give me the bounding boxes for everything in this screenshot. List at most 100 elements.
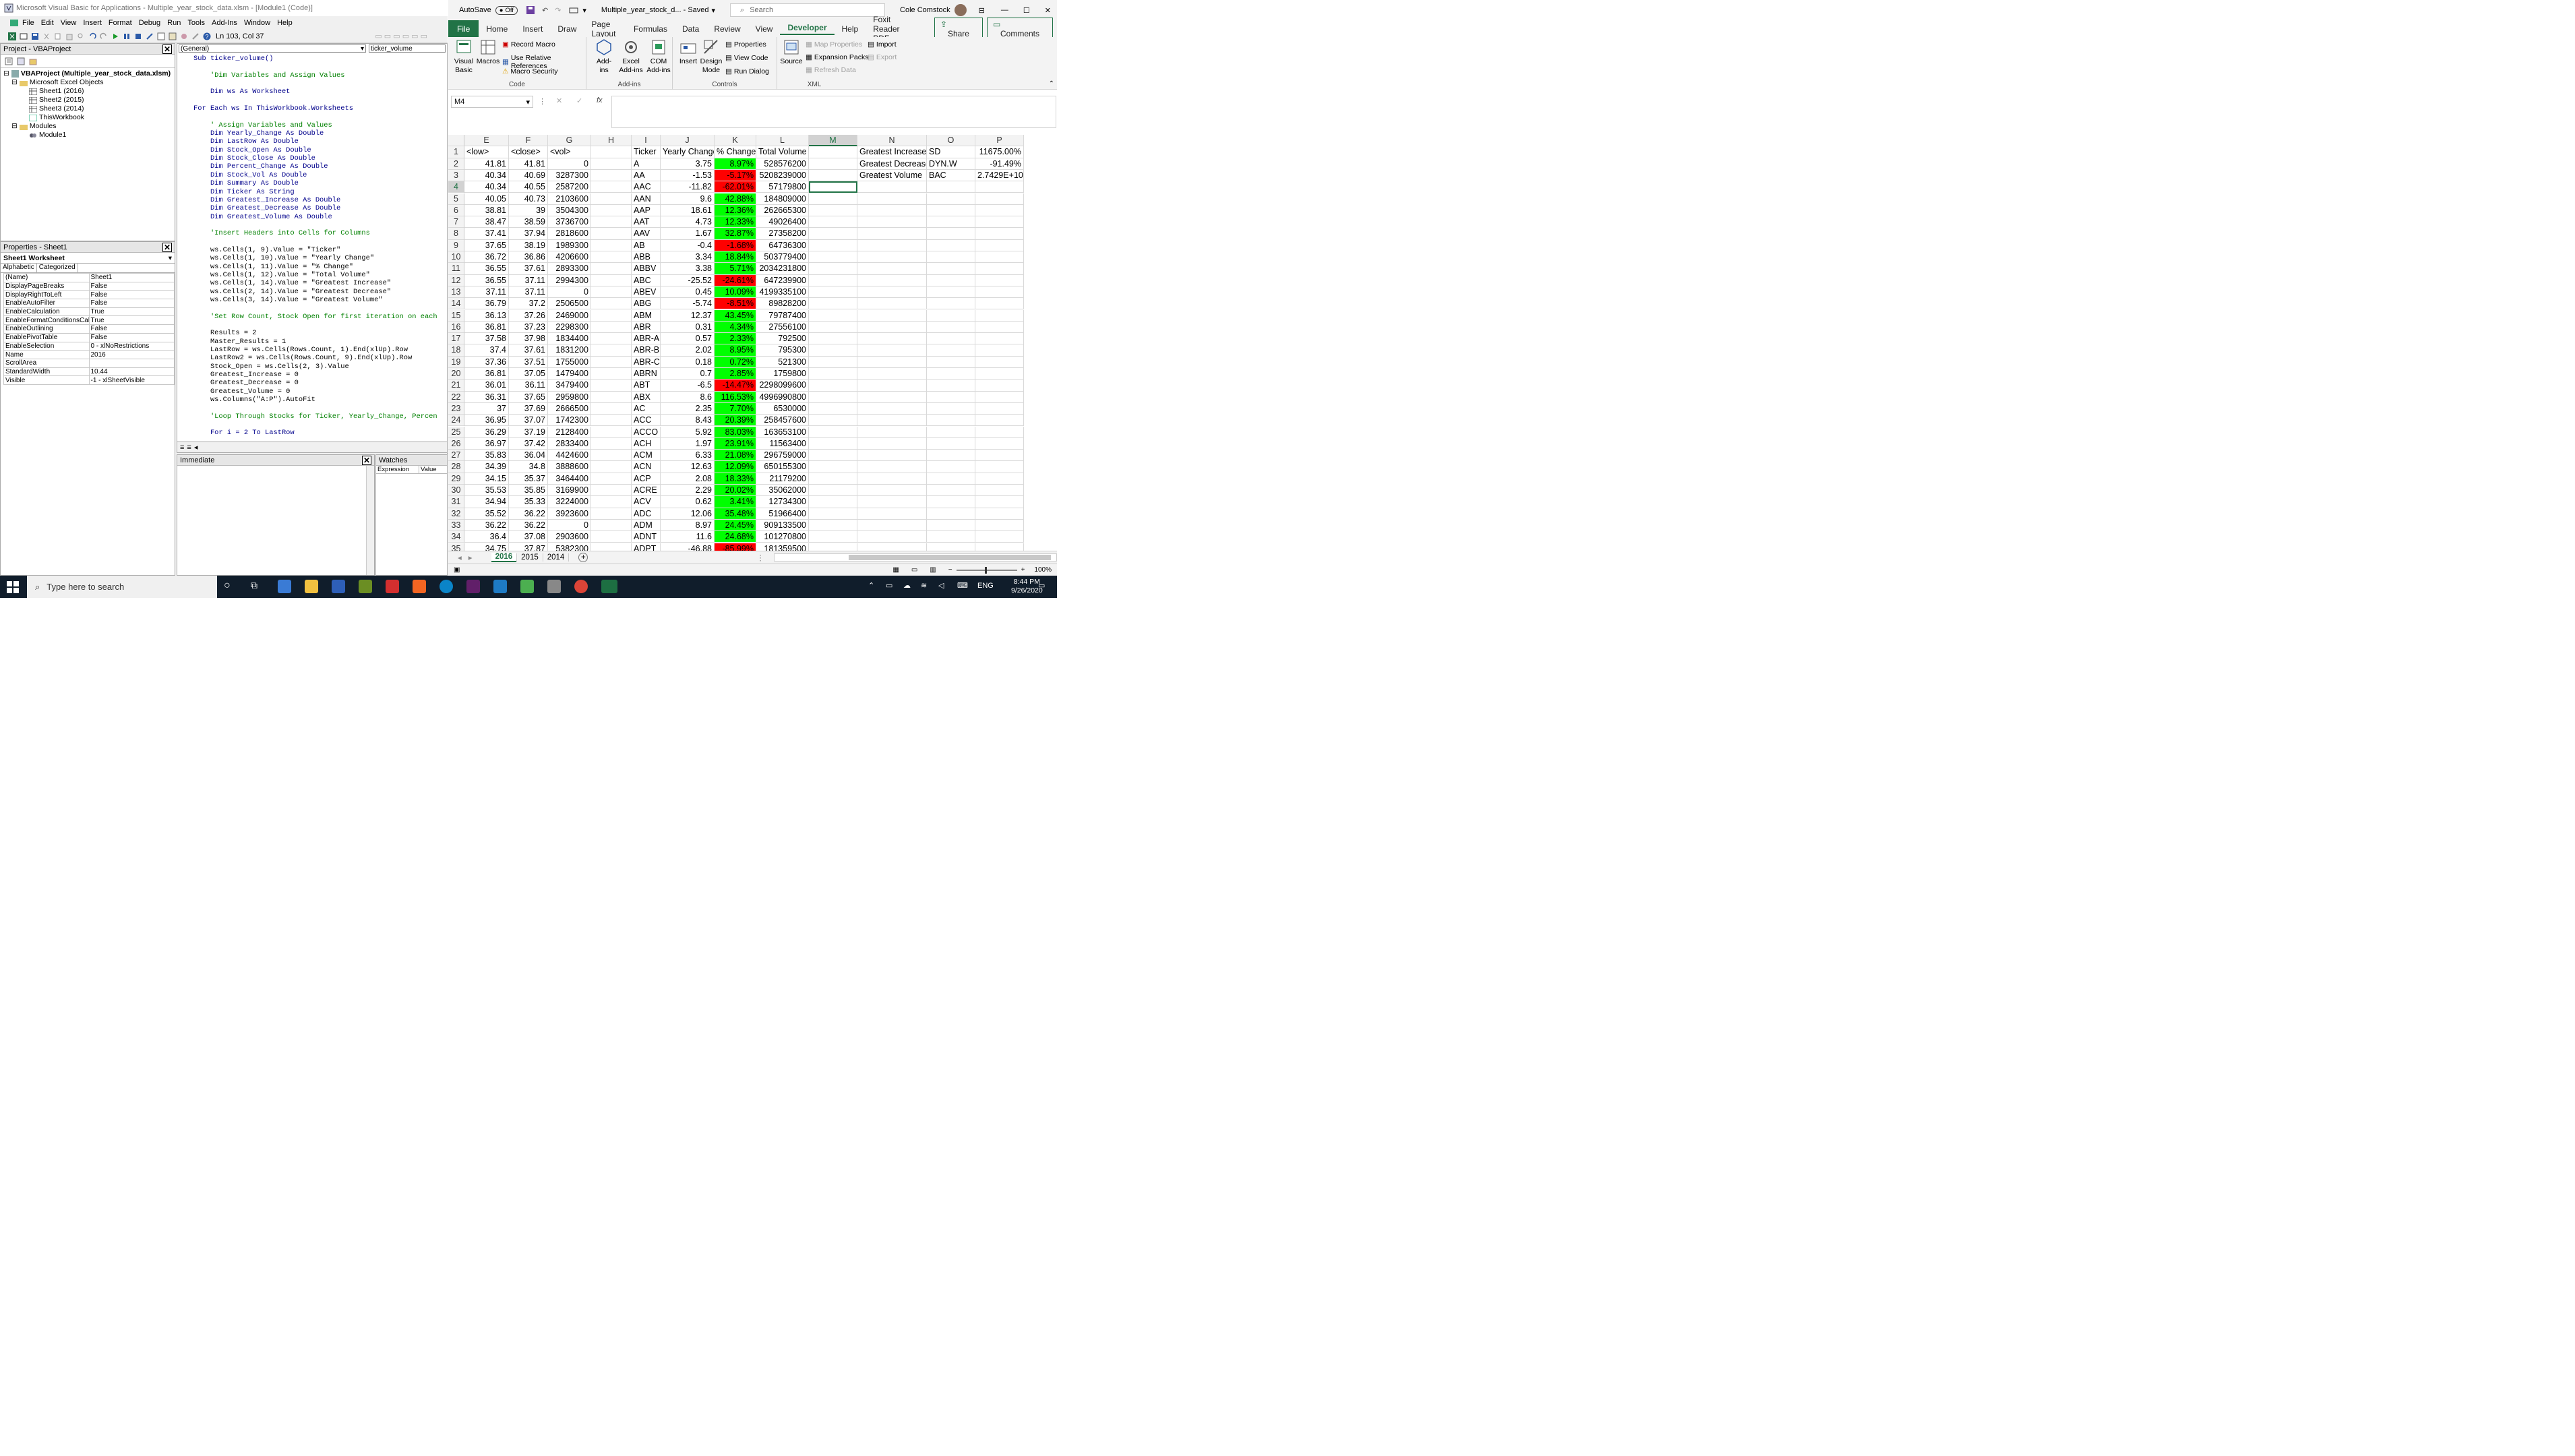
tree-module1[interactable]: Module1 xyxy=(3,131,172,140)
cell-empty[interactable] xyxy=(975,415,1024,427)
cell-close[interactable]: 36.22 xyxy=(509,519,548,532)
cell-ticker[interactable]: ABC xyxy=(632,274,661,286)
cell-empty[interactable] xyxy=(591,415,632,427)
cell-empty[interactable] xyxy=(809,321,857,334)
row-header[interactable]: 13 xyxy=(448,286,464,299)
cell-empty[interactable] xyxy=(857,228,927,240)
cell-empty[interactable] xyxy=(809,473,857,485)
excel-taskbar-icon[interactable] xyxy=(601,580,617,593)
cell-percent-change[interactable]: -1.68% xyxy=(715,239,756,251)
cell-empty[interactable] xyxy=(927,380,975,392)
tab-alphabetic[interactable]: Alphabetic xyxy=(1,264,37,272)
cell-ticker[interactable]: AAN xyxy=(632,193,661,205)
cell-total-volume[interactable]: 184809000 xyxy=(756,193,809,205)
cell-empty[interactable] xyxy=(809,263,857,275)
cell-yearly-change[interactable]: 0.45 xyxy=(661,286,715,299)
cell-empty[interactable] xyxy=(591,437,632,450)
cell-ticker[interactable]: ADPT xyxy=(632,543,661,551)
cell-empty[interactable] xyxy=(591,496,632,508)
cell-total-volume[interactable]: 163653100 xyxy=(756,426,809,438)
tab-formulas[interactable]: Formulas xyxy=(626,24,675,34)
column-header-o[interactable]: O xyxy=(927,135,975,147)
cell-vol[interactable]: 3504300 xyxy=(548,204,591,217)
cell-vol[interactable]: 2893300 xyxy=(548,263,591,275)
cell-empty[interactable] xyxy=(809,519,857,532)
row-header[interactable]: 19 xyxy=(448,356,464,368)
cell-vol[interactable]: 3736700 xyxy=(548,216,591,229)
source-button[interactable]: Source xyxy=(780,38,803,66)
undo-icon[interactable]: ↶ xyxy=(542,6,548,15)
row-header[interactable]: 5 xyxy=(448,193,464,205)
cell-vol[interactable]: 5382300 xyxy=(548,543,591,551)
cell-empty[interactable] xyxy=(927,344,975,357)
cell-empty[interactable] xyxy=(975,181,1024,193)
property-row[interactable]: EnableAutoFilter False xyxy=(3,299,175,308)
cell-empty[interactable] xyxy=(975,344,1024,357)
row-header[interactable]: 6 xyxy=(448,204,464,217)
expansion-packs-button[interactable]: ▦ Expansion Packs xyxy=(806,53,868,61)
cell-empty[interactable] xyxy=(975,473,1024,485)
map-properties-button[interactable]: ▦ Map Properties xyxy=(806,40,862,49)
cell-empty[interactable] xyxy=(591,286,632,299)
taskbar-search[interactable]: ⌕ Type here to search xyxy=(27,576,217,598)
cell-vol[interactable]: 3224000 xyxy=(548,496,591,508)
tree-sheet1[interactable]: Sheet1 (2016) xyxy=(3,87,172,96)
cell-empty[interactable] xyxy=(975,239,1024,251)
volume-icon[interactable]: ◁ xyxy=(938,581,944,590)
cell-empty[interactable] xyxy=(809,368,857,380)
cell-percent-change[interactable]: 42.88% xyxy=(715,193,756,205)
menu-edit[interactable]: Edit xyxy=(38,19,57,27)
cell-total-volume[interactable]: 650155300 xyxy=(756,461,809,473)
cell-ticker[interactable]: ABT xyxy=(632,380,661,392)
qlik-icon[interactable] xyxy=(386,580,399,593)
cell-low[interactable]: 36.22 xyxy=(464,519,509,532)
cell-ticker[interactable]: ACV xyxy=(632,496,661,508)
user-name[interactable]: Cole Comstock xyxy=(900,6,950,14)
cell-empty[interactable] xyxy=(591,531,632,543)
property-row[interactable]: EnableSelection 0 - xlNoRestrictions xyxy=(3,341,175,351)
cell-empty[interactable] xyxy=(591,204,632,217)
macros-button[interactable]: Macros xyxy=(477,38,499,66)
search-box[interactable]: ⌕ Search xyxy=(730,3,886,17)
minimize-icon[interactable]: — xyxy=(1001,6,1008,14)
object-combo[interactable]: (General) ▾ xyxy=(179,44,366,53)
zoom-slider[interactable] xyxy=(956,566,1017,574)
cell-low[interactable]: 40.34 xyxy=(464,169,509,182)
cell-empty[interactable] xyxy=(975,251,1024,264)
property-value[interactable] xyxy=(88,358,175,368)
cell-empty[interactable] xyxy=(591,402,632,415)
cell-empty[interactable] xyxy=(975,450,1024,462)
scroll-left-icon[interactable]: ◂ xyxy=(194,443,198,452)
cell-empty[interactable] xyxy=(591,298,632,310)
cell-ticker[interactable]: ADNT xyxy=(632,531,661,543)
object-selector[interactable]: Sheet1 Worksheet ▾ xyxy=(1,253,175,264)
cell-vol[interactable]: 2103600 xyxy=(548,193,591,205)
cell-ticker[interactable]: AAP xyxy=(632,204,661,217)
cell-percent-change[interactable]: 21.08% xyxy=(715,450,756,462)
close-icon[interactable]: ✕ xyxy=(1045,6,1051,15)
cell-close[interactable]: 36.04 xyxy=(509,450,548,462)
cell-yearly-change[interactable]: -11.82 xyxy=(661,181,715,193)
cell-low[interactable]: 40.05 xyxy=(464,193,509,205)
cell-close[interactable]: 40.55 xyxy=(509,181,548,193)
save-icon[interactable] xyxy=(31,32,39,40)
cell-empty[interactable] xyxy=(591,485,632,497)
print-preview-icon[interactable] xyxy=(569,6,578,14)
cell-yearly-change[interactable]: 3.75 xyxy=(661,158,715,170)
cell-empty[interactable] xyxy=(975,391,1024,403)
property-value[interactable]: True xyxy=(88,315,175,326)
summary-value[interactable]: 2.7429E+10 xyxy=(975,169,1024,182)
worksheet-grid[interactable]: E F G H I J K L M N O P 1 <low> <close> <vol> Ticker Year… xyxy=(448,135,1050,551)
property-value[interactable]: -1 - xlSheetVisible xyxy=(88,375,175,385)
select-all-corner[interactable] xyxy=(448,135,464,147)
cell-vol[interactable]: 0 xyxy=(548,519,591,532)
design-mode-button[interactable]: Design Mode xyxy=(700,38,723,75)
cell-ticker[interactable]: ABRN xyxy=(632,368,661,380)
cell-empty[interactable] xyxy=(927,239,975,251)
cell-empty[interactable] xyxy=(857,508,927,520)
cell-close[interactable]: 37.94 xyxy=(509,228,548,240)
chrome-icon[interactable] xyxy=(574,580,588,593)
macro-security-button[interactable]: ⚠ Macro Security xyxy=(502,67,557,75)
cell-empty[interactable] xyxy=(857,216,927,229)
cell-vol[interactable]: 4206600 xyxy=(548,251,591,264)
